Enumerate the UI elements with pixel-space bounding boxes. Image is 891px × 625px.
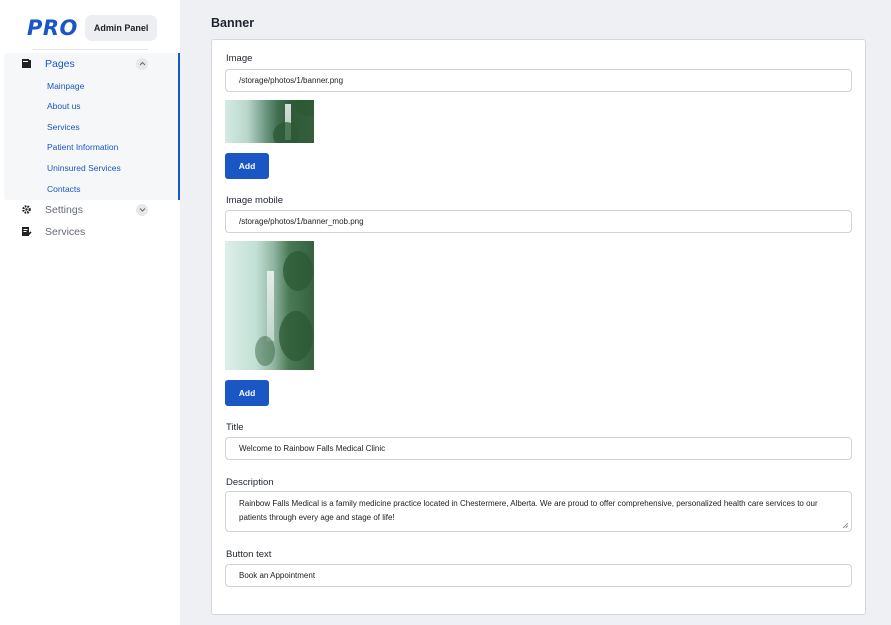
button-text-input[interactable]: Book an Appointment bbox=[225, 564, 852, 587]
sidebar-subitem-patient-information[interactable]: Patient Information bbox=[47, 142, 118, 152]
description-text: Rainbow Falls Medical is a family medici… bbox=[239, 499, 818, 522]
sidebar-item-label: Services bbox=[45, 225, 86, 238]
title-input[interactable]: Welcome to Rainbow Falls Medical Clinic bbox=[225, 437, 852, 460]
chevron-down-icon[interactable] bbox=[136, 203, 148, 216]
image-preview bbox=[225, 100, 314, 143]
image-label: Image bbox=[226, 53, 253, 64]
sidebar-subitem-contacts[interactable]: Contacts bbox=[47, 184, 81, 194]
logo[interactable]: PRO bbox=[27, 16, 78, 40]
description-label: Description bbox=[226, 477, 274, 488]
image-mobile-preview bbox=[225, 241, 314, 370]
sidebar-subitem-uninsured-services[interactable]: Uninsured Services bbox=[47, 163, 121, 173]
sidebar-subitem-services[interactable]: Services bbox=[47, 122, 80, 132]
sidebar-item-services[interactable]: Services bbox=[20, 225, 148, 238]
resize-handle-icon[interactable] bbox=[842, 522, 849, 529]
sidebar-item-settings[interactable]: Settings bbox=[20, 203, 148, 216]
pages-group bbox=[4, 53, 180, 200]
sidebar-subitem-mainpage[interactable]: Mainpage bbox=[47, 81, 84, 91]
add-image-mobile-button[interactable]: Add bbox=[225, 380, 269, 406]
admin-panel-badge: Admin Panel bbox=[84, 15, 158, 41]
title-label: Title bbox=[226, 422, 244, 433]
add-image-button[interactable]: Add bbox=[225, 153, 269, 179]
description-textarea[interactable]: Rainbow Falls Medical is a family medici… bbox=[225, 491, 852, 532]
brand: PRO Admin Panel bbox=[27, 15, 158, 41]
sidebar-item-label: Pages bbox=[45, 57, 75, 70]
image-mobile-label: Image mobile bbox=[226, 195, 284, 206]
button-text-label: Button text bbox=[226, 549, 272, 560]
sidebar: PRO Admin Panel Pages Mainpage About us … bbox=[0, 0, 180, 625]
chevron-up-icon[interactable] bbox=[136, 57, 148, 70]
sidebar-item-pages[interactable]: Pages bbox=[20, 57, 148, 70]
document-icon bbox=[20, 57, 33, 70]
divider bbox=[33, 49, 148, 50]
sidebar-item-label: Settings bbox=[45, 203, 83, 216]
gear-icon bbox=[20, 203, 33, 216]
banner-form-card: Image /storage/photos/1/banner.png Add I… bbox=[211, 39, 866, 615]
sidebar-subitem-about-us[interactable]: About us bbox=[47, 101, 81, 111]
page-title: Banner bbox=[211, 16, 255, 30]
image-mobile-path-input[interactable]: /storage/photos/1/banner_mob.png bbox=[225, 210, 852, 233]
image-path-input[interactable]: /storage/photos/1/banner.png bbox=[225, 69, 852, 92]
edit-document-icon bbox=[20, 225, 33, 238]
